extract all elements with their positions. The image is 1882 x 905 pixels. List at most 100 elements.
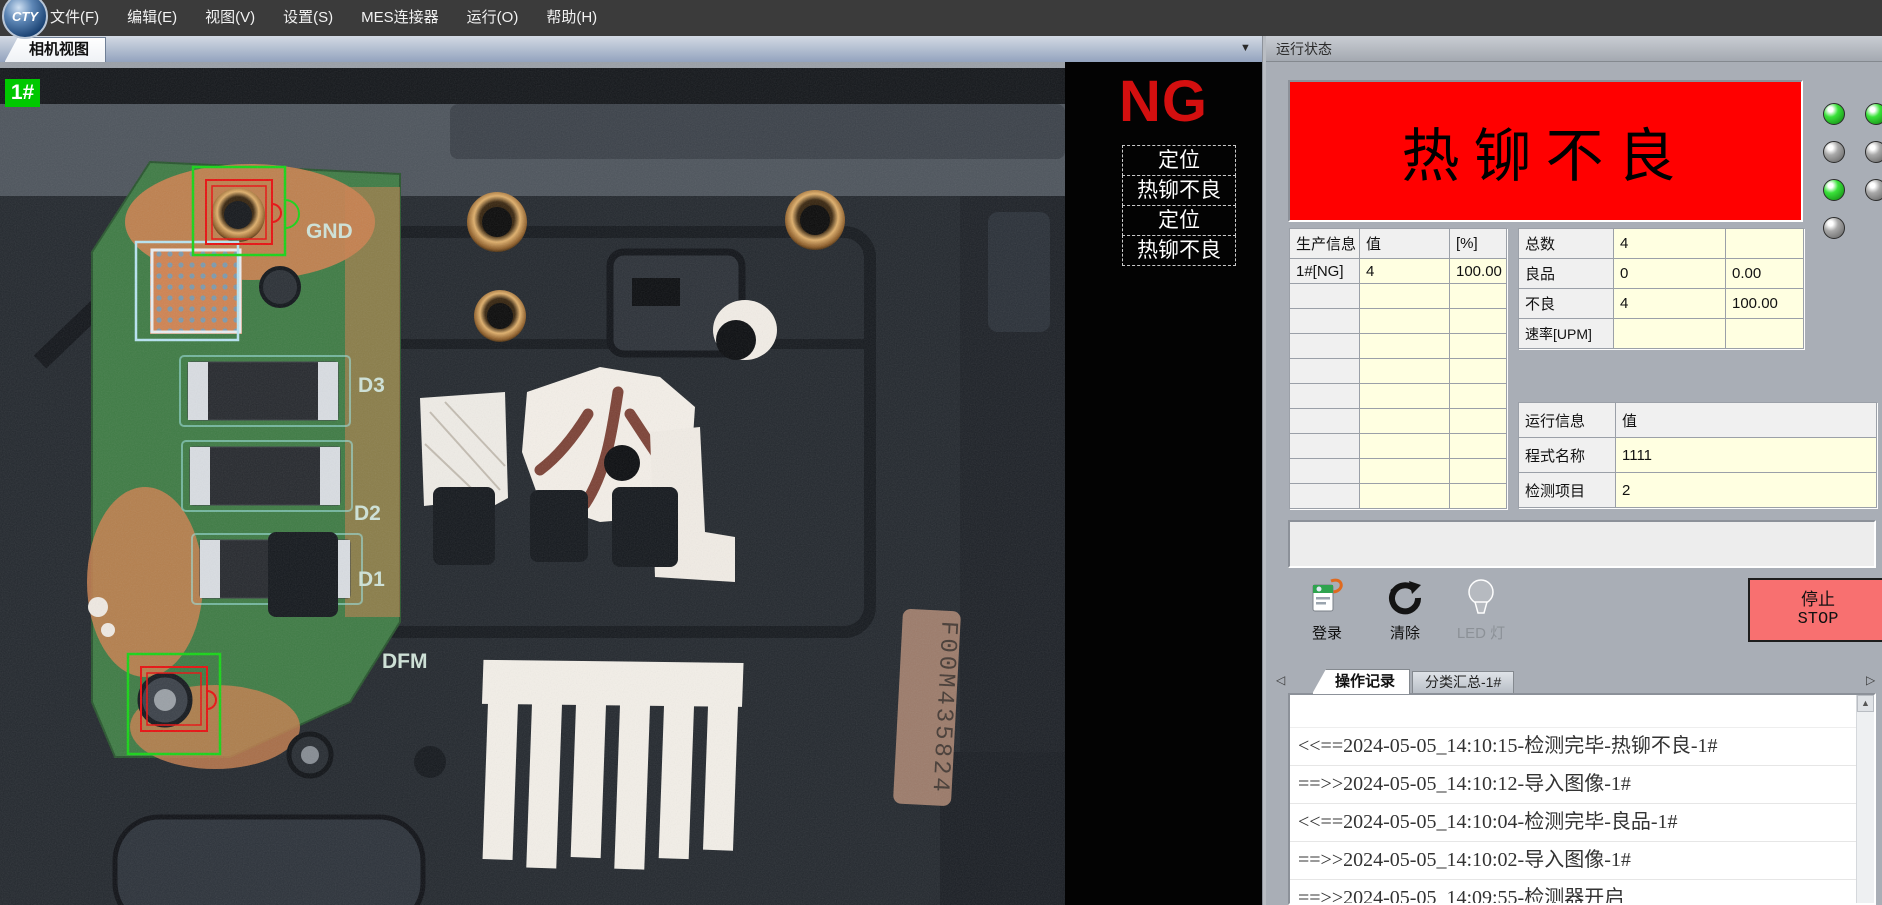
application-window: CTY 文件(F) 编辑(E) 视图(V) 设置(S) MES连接器 运行(O)…: [0, 0, 1882, 905]
stats-table: 总数 4 良品 0 0.00 不良 4 100.00 速率[UPM]: [1518, 228, 1804, 349]
led-indicator: [1865, 103, 1882, 125]
stop-button[interactable]: 停止 STOP: [1748, 578, 1882, 642]
cell-value: 0: [1614, 259, 1726, 289]
cell-percent: 0.00: [1726, 259, 1804, 289]
table-row: [1290, 434, 1507, 459]
column-header: [%]: [1450, 229, 1507, 259]
log-entry[interactable]: ==>>2024-05-05_14:09:55-检测器开启: [1290, 880, 1874, 905]
defect-label-stack: 定位 热铆不良 定位 热铆不良: [1122, 146, 1236, 266]
clear-label: 清除: [1390, 622, 1420, 643]
login-icon: [1306, 576, 1348, 618]
table-row: [1290, 334, 1507, 359]
defect-label: 热铆不良: [1122, 235, 1236, 266]
table-row: [1290, 484, 1507, 509]
log-empty-row: [1290, 695, 1874, 728]
cell-percent: 100.00: [1450, 259, 1507, 284]
cell-percent: [1726, 229, 1804, 259]
menu-settings[interactable]: 设置(S): [269, 0, 347, 36]
log-scrollbar[interactable]: ▲: [1856, 695, 1874, 903]
menu-items: 文件(F) 编辑(E) 视图(V) 设置(S) MES连接器 运行(O) 帮助(…: [36, 0, 611, 36]
led-bulb-icon: [1460, 576, 1502, 618]
run-status-title: 运行状态: [1266, 36, 1882, 62]
clear-button[interactable]: 清除: [1372, 576, 1438, 652]
log-entry[interactable]: ==>>2024-05-05_14:10:02-导入图像-1#: [1290, 842, 1874, 880]
tab-scroll-left-icon[interactable]: ◁: [1276, 673, 1285, 687]
led-light-button[interactable]: LED 灯: [1448, 576, 1514, 652]
column-header: 值: [1360, 229, 1450, 259]
camera-tabbar: 相机视图 ▼: [0, 36, 1262, 63]
cell-label: 程式名称: [1519, 438, 1616, 473]
cell-station: 1#[NG]: [1290, 259, 1360, 284]
result-ng-text: NG: [1065, 68, 1262, 135]
stop-label-en: STOP: [1798, 610, 1839, 630]
tab-camera-view[interactable]: 相机视图: [4, 37, 106, 63]
menu-run[interactable]: 运行(O): [453, 0, 533, 36]
cell-value: 4: [1614, 229, 1726, 259]
photo-grain: [0, 62, 1065, 905]
cell-value: 4: [1614, 289, 1726, 319]
defect-label: 热铆不良: [1122, 175, 1236, 206]
camera-id-badge: 1#: [5, 79, 40, 107]
camera-viewport: 1#: [0, 62, 1262, 905]
cell-value: [1614, 319, 1726, 349]
led-indicator: [1823, 103, 1845, 125]
run-status-panel: 运行状态 热铆不良 生产信息 值 [%] 1#[NG]: [1266, 36, 1882, 905]
led-indicator: [1865, 141, 1882, 163]
menu-mes-connector[interactable]: MES连接器: [347, 0, 453, 36]
column-header: 值: [1616, 403, 1877, 438]
defect-label: 定位: [1122, 145, 1236, 176]
menu-view[interactable]: 视图(V): [191, 0, 269, 36]
clear-icon: [1384, 576, 1426, 618]
cell-value: 4: [1360, 259, 1450, 284]
table-row: 速率[UPM]: [1519, 319, 1804, 349]
led-indicator: [1823, 217, 1845, 239]
table-row: 1#[NG] 4 100.00: [1290, 259, 1507, 284]
login-label: 登录: [1312, 622, 1342, 643]
table-row: [1290, 459, 1507, 484]
cell-label: 良品: [1519, 259, 1614, 289]
table-row: [1290, 409, 1507, 434]
menu-help[interactable]: 帮助(H): [532, 0, 611, 36]
log-entry[interactable]: ==>>2024-05-05_14:10:12-导入图像-1#: [1290, 766, 1874, 804]
led-indicator: [1823, 141, 1845, 163]
login-button[interactable]: 登录: [1294, 576, 1360, 652]
table-row: 不良 4 100.00: [1519, 289, 1804, 319]
operation-log-list: <<==2024-05-05_14:10:15-检测完毕-热铆不良-1# ==>…: [1288, 693, 1876, 905]
log-entry[interactable]: <<==2024-05-05_14:10:15-检测完毕-热铆不良-1#: [1290, 728, 1874, 766]
cell-label: 总数: [1519, 229, 1614, 259]
scroll-up-icon[interactable]: ▲: [1857, 695, 1874, 712]
log-entry[interactable]: <<==2024-05-05_14:10:04-检测完毕-良品-1#: [1290, 804, 1874, 842]
defect-label: 定位: [1122, 205, 1236, 236]
run-status-content: 热铆不良 生产信息 值 [%] 1#[NG] 4 100.00: [1266, 62, 1882, 905]
cell-percent: [1726, 319, 1804, 349]
cell-label: 不良: [1519, 289, 1614, 319]
message-box: [1288, 520, 1876, 568]
log-tabbar: ◁ 操作记录 分类汇总-1# ▷: [1266, 667, 1882, 693]
menu-edit[interactable]: 编辑(E): [113, 0, 191, 36]
result-banner-text: 热铆不良: [1401, 109, 1689, 193]
table-row: [1290, 384, 1507, 409]
led-indicator: [1823, 179, 1845, 201]
table-row: [1290, 284, 1507, 309]
cell-percent: 100.00: [1726, 289, 1804, 319]
table-row: 检测项目 2: [1519, 473, 1877, 508]
camera-panel: 相机视图 ▼ 1#: [0, 36, 1262, 905]
led-light-label: LED 灯: [1457, 622, 1505, 643]
table-row: 程式名称 1111: [1519, 438, 1877, 473]
cell-label: 检测项目: [1519, 473, 1616, 508]
column-header: 运行信息: [1519, 403, 1616, 438]
tab-scroll-right-icon[interactable]: ▷: [1866, 673, 1875, 687]
led-indicator: [1865, 179, 1882, 201]
result-banner: 热铆不良: [1288, 80, 1803, 222]
column-header: 生产信息: [1290, 229, 1360, 259]
table-row: [1290, 309, 1507, 334]
stop-label-cn: 停止: [1801, 590, 1835, 610]
cell-label: 速率[UPM]: [1519, 319, 1614, 349]
camera-photo: GND D3 D2 D1 DFM: [0, 62, 1065, 905]
table-row: [1290, 359, 1507, 384]
tab-operation-log[interactable]: 操作记录: [1312, 669, 1410, 694]
cell-value: 2: [1616, 473, 1877, 508]
chevron-down-icon[interactable]: ▼: [1240, 42, 1251, 54]
tab-class-summary[interactable]: 分类汇总-1#: [1412, 671, 1514, 694]
table-row: 总数 4: [1519, 229, 1804, 259]
